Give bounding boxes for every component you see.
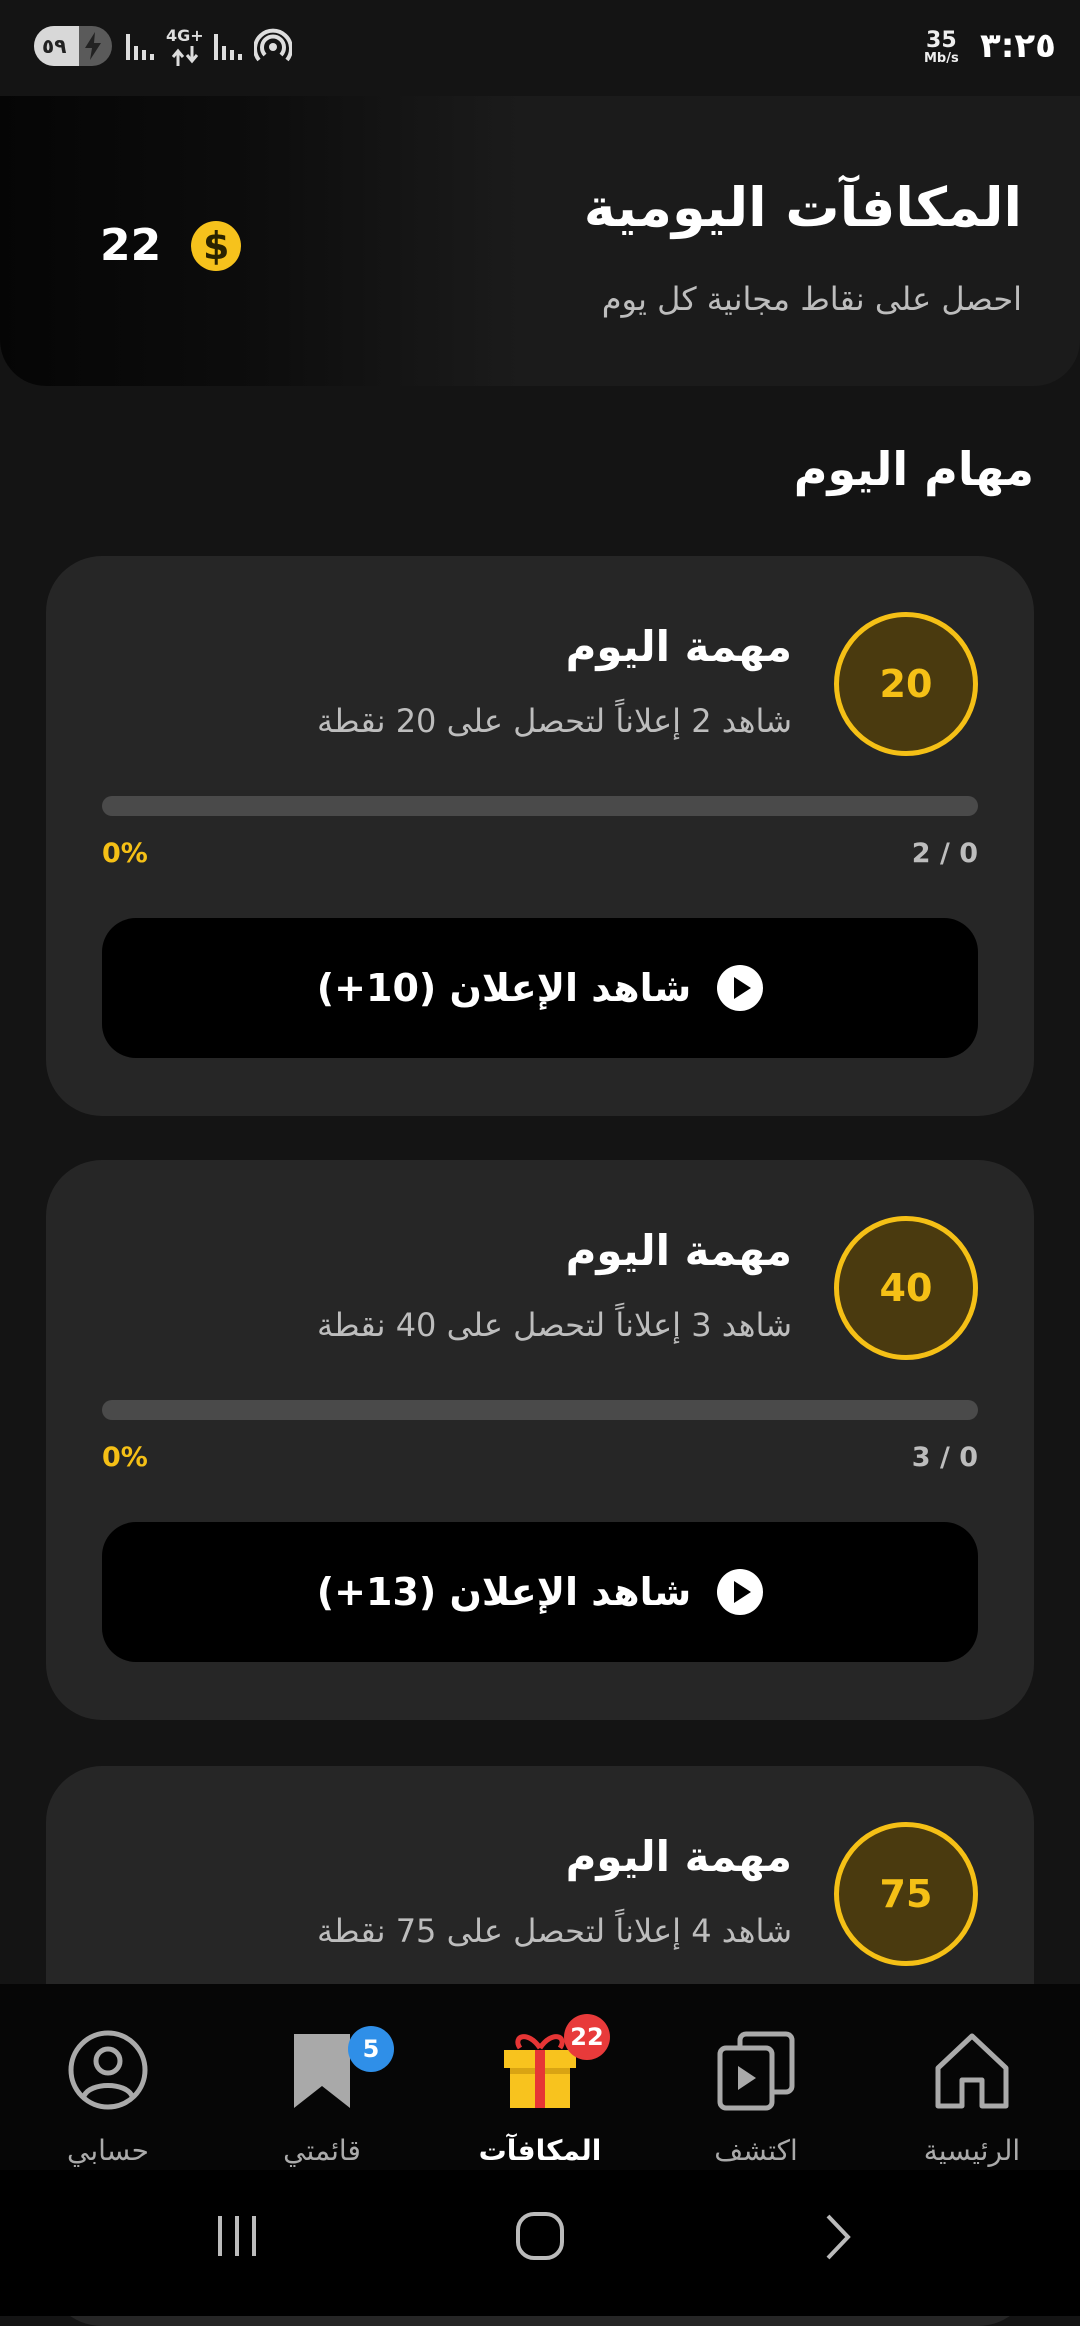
progress-percent: 0% — [102, 1442, 148, 1473]
task-title: مهمة اليوم — [565, 622, 792, 671]
play-icon — [717, 965, 764, 1011]
nav-label: اكتشف — [714, 2134, 798, 2167]
discover-icon — [717, 2031, 795, 2111]
nav-label: الرئيسية — [923, 2134, 1021, 2167]
task-description: شاهد 3 إعلاناً لتحصل على 40 نقطة — [317, 1306, 792, 1344]
network-type: 4G+ — [166, 26, 204, 45]
charging-icon — [85, 32, 101, 60]
nav-item-home[interactable]: الرئيسية — [872, 1984, 1072, 2170]
reward-badge: 40 — [834, 1216, 978, 1360]
progress-bar — [102, 1400, 978, 1420]
rewards-header: المكافآت اليومية احصل على نقاط مجانية كل… — [0, 96, 1080, 386]
play-icon — [717, 1569, 764, 1615]
bottom-nav: حسابي 5 قائمتي 22 المكافآت اكتشف الرئيسي… — [0, 1984, 1080, 2170]
reward-badge: 20 — [834, 612, 978, 756]
section-title: مهام اليوم — [793, 442, 1034, 496]
battery-indicator: ٥٩ — [34, 26, 112, 66]
nav-item-my-list[interactable]: 5 قائمتي — [222, 1984, 422, 2170]
nav-label: حسابي — [67, 2134, 149, 2167]
nav-label: المكافآت — [478, 2134, 602, 2167]
reward-badge: 75 — [834, 1822, 978, 1966]
nav-item-rewards[interactable]: 22 المكافآت — [440, 1984, 640, 2170]
data-transfer-icon — [171, 46, 199, 66]
status-bar: ٥٩ 4G+ 35 Mb/s ٣:٢٥ — [0, 0, 1080, 96]
hotspot-icon — [254, 28, 292, 62]
task-card: 40 مهمة اليوم شاهد 3 إعلاناً لتحصل على 4… — [46, 1160, 1034, 1720]
network-speed: 35 Mb/s — [924, 28, 959, 66]
battery-level: ٥٩ — [42, 34, 67, 58]
page-subtitle: احصل على نقاط مجانية كل يوم — [601, 280, 1022, 318]
points-balance[interactable]: 22 $ — [100, 220, 242, 271]
task-card: 20 مهمة اليوم شاهد 2 إعلاناً لتحصل على 2… — [46, 556, 1034, 1116]
progress-bar — [102, 796, 978, 816]
system-nav-bar — [0, 2170, 1080, 2316]
watch-ad-label: شاهد الإعلان (10+) — [316, 966, 692, 1010]
notification-badge: 5 — [348, 2026, 394, 2072]
progress-count: 2 / 0 — [911, 838, 978, 869]
watch-ad-button[interactable]: شاهد الإعلان (13+) — [102, 1522, 978, 1662]
watch-ad-label: شاهد الإعلان (13+) — [316, 1570, 692, 1614]
profile-icon — [68, 2030, 148, 2110]
points-balance-value: 22 — [100, 220, 162, 271]
nav-item-discover[interactable]: اكتشف — [656, 1984, 856, 2170]
task-title: مهمة اليوم — [565, 1226, 792, 1275]
nav-item-account[interactable]: حسابي — [8, 1984, 208, 2170]
signal-icon — [126, 34, 154, 60]
coin-icon: $ — [191, 220, 242, 271]
notification-badge: 22 — [564, 2014, 610, 2060]
progress-count: 3 / 0 — [911, 1442, 978, 1473]
progress-percent: 0% — [102, 838, 148, 869]
nav-label: قائمتي — [283, 2134, 361, 2167]
home-icon — [935, 2033, 1009, 2109]
task-description: شاهد 4 إعلاناً لتحصل على 75 نقطة — [317, 1912, 792, 1950]
clock: ٣:٢٥ — [980, 26, 1056, 66]
page-title: المكافآت اليومية — [583, 176, 1022, 239]
signal-icon-2 — [214, 34, 242, 60]
task-description: شاهد 2 إعلاناً لتحصل على 20 نقطة — [317, 702, 792, 740]
recents-button[interactable] — [214, 2214, 260, 2258]
watch-ad-button[interactable]: شاهد الإعلان (10+) — [102, 918, 978, 1058]
home-button[interactable] — [514, 2210, 566, 2262]
back-button[interactable] — [822, 2212, 854, 2262]
task-title: مهمة اليوم — [565, 1832, 792, 1881]
